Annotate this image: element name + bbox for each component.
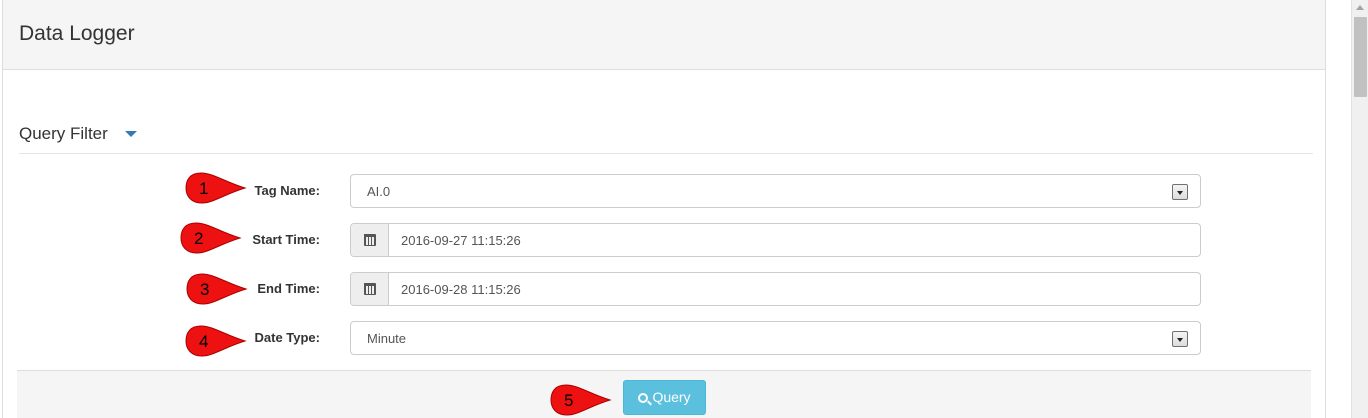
calendar-icon [364,234,376,246]
annotation-marker-4: 4 [185,325,247,357]
scroll-up-arrow-icon[interactable] [1356,5,1364,10]
annotation-marker-1: 1 [185,172,247,204]
query-button-label: Query [652,389,691,405]
end-time-value: 2016-09-28 11:15:26 [401,282,521,297]
dropdown-arrow-icon[interactable] [1172,331,1188,347]
calendar-icon [364,283,376,295]
page-title: Data Logger [19,22,135,45]
marker-number: 4 [199,332,209,351]
dropdown-arrow-icon[interactable] [1172,184,1188,200]
annotation-marker-3: 3 [186,273,248,305]
end-time-input[interactable]: 2016-09-28 11:15:26 [350,272,1201,306]
marker-number: 3 [200,280,210,299]
marker-number: 2 [194,229,204,248]
divider [19,153,1313,154]
annotation-marker-5: 5 [550,384,612,416]
date-type-value: Minute [367,331,407,346]
query-filter-toggle[interactable]: Query Filter [19,124,108,144]
marker-number: 1 [199,179,209,198]
start-time-input[interactable]: 2016-09-27 11:15:26 [350,223,1201,257]
tag-name-select[interactable]: AI.0 [350,174,1201,208]
search-icon [638,393,649,403]
start-time-calendar-addon[interactable] [351,224,389,256]
annotation-marker-2: 2 [180,222,242,254]
tag-name-value: AI.0 [367,184,391,199]
scrollbar-thumb[interactable] [1354,17,1367,97]
query-button[interactable]: Query [623,380,706,415]
marker-number: 5 [564,391,574,410]
panel-header: Data Logger [3,0,1325,70]
chevron-down-icon[interactable] [125,131,137,137]
vertical-scrollbar[interactable] [1351,0,1368,418]
start-time-value: 2016-09-27 11:15:26 [401,233,521,248]
end-time-calendar-addon[interactable] [351,273,389,305]
date-type-select[interactable]: Minute [350,321,1201,355]
